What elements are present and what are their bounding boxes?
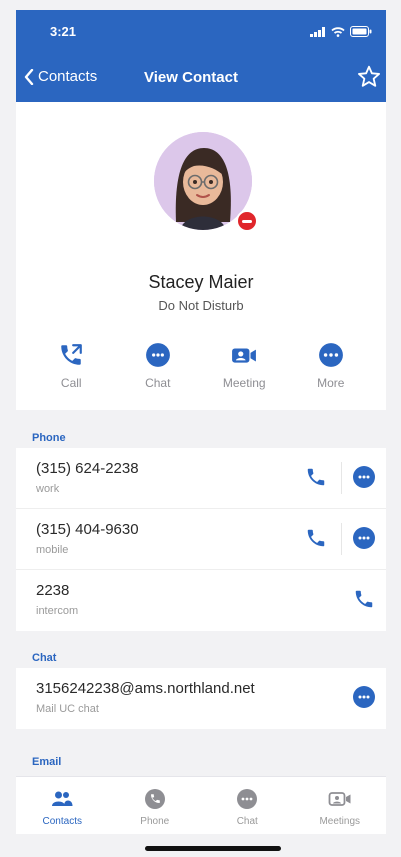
wifi-icon [331, 26, 345, 37]
phone-icon [307, 468, 325, 486]
phone-row-mobile[interactable]: (315) 404-9630 mobile [16, 509, 386, 570]
tab-label: Meetings [319, 816, 361, 827]
dnd-presence-icon [236, 210, 258, 232]
call-intercom-button[interactable] [350, 585, 378, 613]
meeting-icon [232, 348, 257, 363]
avatar-container [154, 132, 258, 232]
more-icon [318, 343, 343, 367]
email-section-label: Email [32, 756, 62, 768]
phone-type: work [36, 483, 60, 495]
phone-icon [144, 789, 165, 809]
phone-row-intercom[interactable]: 2238 intercom [16, 570, 386, 631]
app-header: 3:21 Contacts View Contact [16, 10, 386, 102]
tab-contacts[interactable]: Contacts [22, 777, 102, 834]
chat-row[interactable]: 3156242238@ams.northland.net Mail UC cha… [16, 668, 386, 729]
quick-actions: Call Chat Meeting More [16, 342, 386, 390]
tab-meetings[interactable]: Meetings [300, 777, 380, 834]
call-action-button[interactable]: Call [33, 342, 109, 390]
tab-label: Phone [140, 816, 170, 827]
status-bar: 3:21 [16, 10, 386, 54]
tab-chat[interactable]: Chat [207, 777, 287, 834]
chat-icon [145, 343, 170, 367]
chat-action-label: Chat [145, 376, 171, 390]
chat-action-button[interactable]: Chat [120, 342, 196, 390]
phone-icon [355, 590, 373, 608]
profile-card: Stacey Maier Do Not Disturb Call Chat Me… [16, 102, 386, 410]
meeting-action-label: Meeting [222, 376, 266, 390]
status-icons [310, 26, 372, 37]
call-mobile-button[interactable] [302, 524, 330, 552]
nav-bar: Contacts View Contact [16, 60, 386, 96]
tab-phone[interactable]: Phone [115, 777, 195, 834]
more-action-button[interactable]: More [293, 342, 369, 390]
chat-address: 3156242238@ams.northland.net [36, 680, 255, 697]
row-divider [341, 523, 342, 555]
phone-type: mobile [36, 544, 69, 556]
phone-icon [307, 529, 325, 547]
phone-type: intercom [36, 605, 79, 617]
call-work-button[interactable] [302, 463, 330, 491]
tab-label: Chat [236, 816, 258, 827]
phone-icon [61, 344, 83, 365]
contacts-icon [52, 791, 73, 806]
battery-icon [350, 26, 372, 37]
tab-label: Contacts [42, 816, 82, 827]
favorite-star-icon[interactable] [356, 64, 382, 90]
chat-icon [353, 527, 375, 549]
home-indicator [145, 846, 281, 851]
chat-card: 3156242238@ams.northland.net Mail UC cha… [16, 668, 386, 729]
phone-number: (315) 404-9630 [36, 521, 139, 538]
meeting-icon [328, 792, 351, 806]
call-action-label: Call [60, 376, 82, 390]
chat-icon [353, 466, 375, 488]
chat-mobile-button[interactable] [350, 524, 378, 552]
contact-status: Do Not Disturb [158, 298, 244, 313]
status-time: 3:21 [50, 24, 77, 39]
chat-section-label: Chat [32, 652, 57, 664]
phone-section-label: Phone [32, 432, 66, 444]
chat-type: Mail UC chat [36, 703, 99, 715]
phone-number: 2238 [36, 582, 70, 599]
chat-icon [353, 686, 375, 708]
tab-bar: Contacts Phone Chat Meetings [16, 776, 386, 834]
phone-number: (315) 624-2238 [36, 460, 139, 477]
meeting-action-button[interactable]: Meeting [206, 342, 282, 390]
contact-name: Stacey Maier [148, 272, 254, 292]
row-divider [341, 462, 342, 494]
more-action-label: More [317, 376, 345, 390]
chat-icon [237, 789, 258, 809]
phone-row-work[interactable]: (315) 624-2238 work [16, 448, 386, 509]
chat-address-button[interactable] [350, 683, 378, 711]
phone-card: (315) 624-2238 work (315) 404-9630 mobil… [16, 448, 386, 631]
signal-icon [310, 26, 325, 37]
page-title: View Contact [144, 69, 238, 86]
chat-work-button[interactable] [350, 463, 378, 491]
